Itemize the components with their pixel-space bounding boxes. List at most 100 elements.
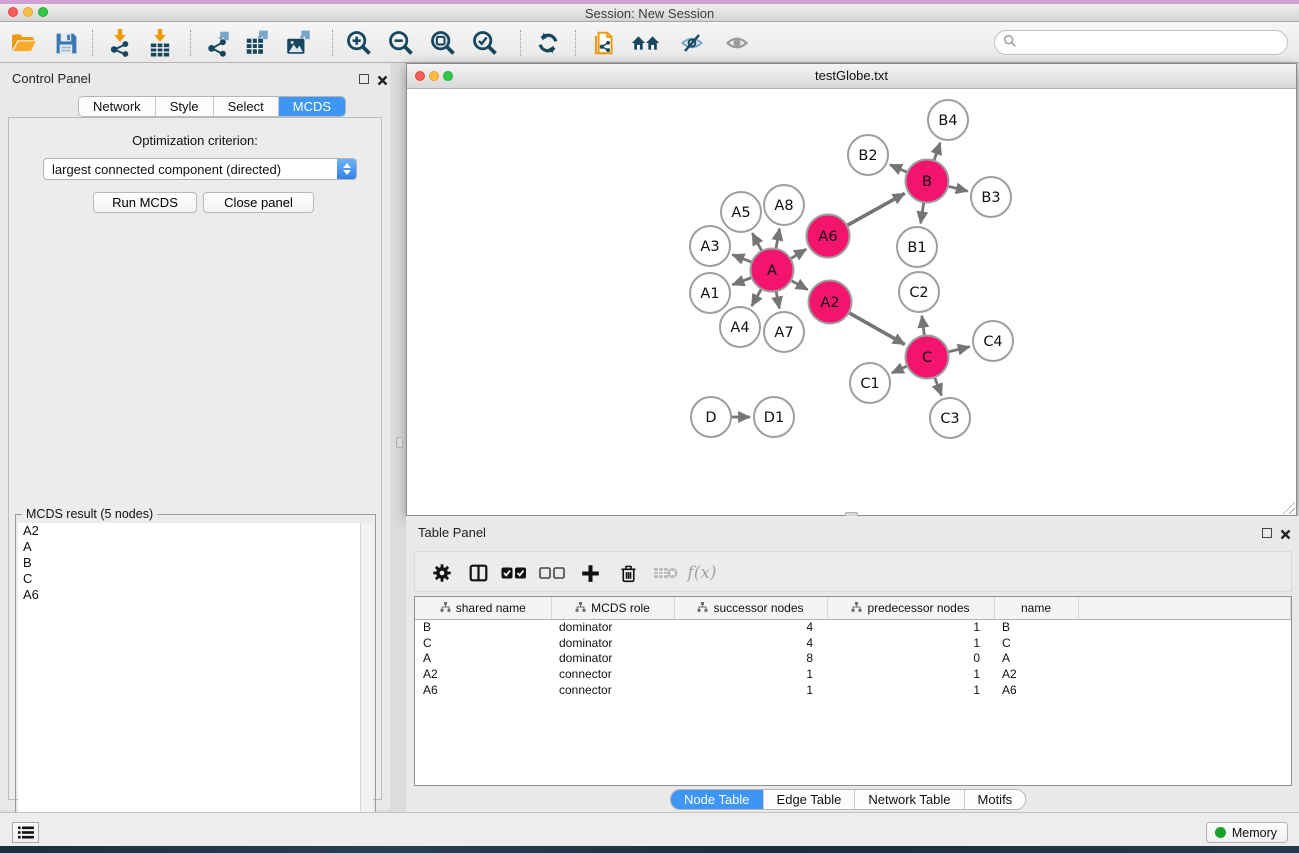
settings-gear-icon[interactable] — [427, 560, 457, 586]
search-input[interactable] — [1017, 35, 1287, 50]
tab-node-table[interactable]: Node Table — [671, 790, 764, 809]
node-table[interactable]: shared nameMCDS rolesuccessor nodesprede… — [415, 597, 1291, 698]
add-column-icon[interactable] — [575, 560, 605, 586]
vertical-divider-grip[interactable] — [396, 437, 403, 448]
close-panel-icon[interactable] — [1280, 528, 1291, 539]
table-cell[interactable]: C — [994, 635, 1078, 651]
export-network-icon[interactable] — [202, 28, 234, 58]
mcds-result-item[interactable]: A6 — [18, 587, 360, 603]
tab-mcds[interactable]: MCDS — [279, 97, 345, 116]
table-cell[interactable]: dominator — [551, 651, 674, 667]
tab-select[interactable]: Select — [214, 97, 279, 116]
mcds-result-item[interactable]: C — [18, 571, 360, 587]
first-neighbors-icon[interactable] — [630, 28, 662, 58]
node-A7[interactable]: A7 — [764, 312, 804, 352]
import-table-icon[interactable] — [144, 28, 176, 58]
node-B[interactable]: B — [906, 160, 949, 203]
float-panel-icon[interactable] — [1262, 528, 1272, 538]
node-A[interactable]: A — [751, 249, 794, 292]
network-window-titlebar[interactable]: testGlobe.txt — [407, 64, 1296, 89]
node-B4[interactable]: B4 — [928, 100, 968, 140]
tab-network-table[interactable]: Network Table — [855, 790, 964, 809]
mcds-result-item[interactable]: B — [18, 555, 360, 571]
export-image-icon[interactable] — [282, 28, 314, 58]
node-C[interactable]: C — [906, 336, 949, 379]
table-cell[interactable]: 8 — [674, 651, 827, 667]
optimization-criterion-select[interactable]: largest connected component (directed) — [43, 158, 357, 180]
node-A6[interactable]: A6 — [807, 215, 850, 258]
zoom-selected-icon[interactable] — [469, 28, 501, 58]
table-cell[interactable]: 4 — [674, 619, 827, 635]
node-B2[interactable]: B2 — [848, 135, 888, 175]
table-cell[interactable]: 1 — [674, 682, 827, 698]
column-header-successor-nodes[interactable]: successor nodes — [674, 597, 827, 619]
open-file-icon[interactable] — [8, 28, 40, 58]
save-session-icon[interactable] — [50, 28, 82, 58]
column-view-icon[interactable] — [463, 560, 493, 586]
run-mcds-button[interactable]: Run MCDS — [93, 192, 197, 213]
search-field[interactable] — [994, 30, 1288, 55]
table-cell[interactable]: 4 — [674, 635, 827, 651]
table-cell[interactable]: B — [994, 619, 1078, 635]
column-header-predecessor-nodes[interactable]: predecessor nodes — [827, 597, 994, 619]
mcds-result-item[interactable]: A2 — [18, 523, 360, 539]
node-A2[interactable]: A2 — [809, 281, 852, 324]
table-cell[interactable]: connector — [551, 666, 674, 682]
mcds-result-list[interactable]: A2ABCA6 — [18, 523, 360, 853]
table-row[interactable]: A6connector11A6 — [415, 682, 1291, 698]
hide-annotations-icon[interactable] — [676, 28, 708, 58]
table-cell[interactable]: A — [415, 651, 551, 667]
table-cell[interactable]: 1 — [827, 666, 994, 682]
column-header-shared-name[interactable]: shared name — [415, 597, 551, 619]
node-A5[interactable]: A5 — [721, 192, 761, 232]
network-canvas[interactable]: B4B2BB3A8A5A6A3B1AA1C2A2A4A7C4CC1DD1C3 — [407, 89, 1296, 515]
table-cell[interactable]: A — [994, 651, 1078, 667]
table-row[interactable]: Bdominator41B — [415, 619, 1291, 635]
table-cell[interactable]: dominator — [551, 619, 674, 635]
table-cell[interactable]: A6 — [415, 682, 551, 698]
tab-network[interactable]: Network — [79, 97, 156, 116]
table-cell[interactable]: 1 — [674, 666, 827, 682]
table-cell[interactable]: 1 — [827, 682, 994, 698]
delete-column-icon[interactable] — [613, 560, 643, 586]
node-C3[interactable]: C3 — [930, 398, 970, 438]
node-A4[interactable]: A4 — [720, 307, 760, 347]
table-cell[interactable]: A2 — [994, 666, 1078, 682]
result-scrollbar[interactable] — [360, 523, 373, 853]
zoom-out-icon[interactable] — [385, 28, 417, 58]
table-cell[interactable]: B — [415, 619, 551, 635]
mcds-result-item[interactable]: A — [18, 539, 360, 555]
node-B3[interactable]: B3 — [971, 177, 1011, 217]
node-A8[interactable]: A8 — [764, 185, 804, 225]
float-panel-icon[interactable] — [359, 74, 369, 84]
table-row[interactable]: Adominator80A — [415, 651, 1291, 667]
show-annotations-icon[interactable] — [721, 28, 753, 58]
zoom-in-icon[interactable] — [343, 28, 375, 58]
unselect-all-icon[interactable] — [537, 560, 567, 586]
column-header-name[interactable]: name — [994, 597, 1078, 619]
refresh-icon[interactable] — [532, 28, 564, 58]
table-cell[interactable]: 0 — [827, 651, 994, 667]
table-row[interactable]: A2connector11A2 — [415, 666, 1291, 682]
table-cell[interactable]: C — [415, 635, 551, 651]
tab-edge-table[interactable]: Edge Table — [764, 790, 856, 809]
close-panel-icon[interactable] — [377, 74, 388, 85]
tab-style[interactable]: Style — [156, 97, 214, 116]
select-all-icon[interactable] — [499, 560, 529, 586]
node-A3[interactable]: A3 — [690, 226, 730, 266]
table-cell[interactable]: A6 — [994, 682, 1078, 698]
close-panel-button[interactable]: Close panel — [203, 192, 314, 213]
task-history-button[interactable] — [12, 822, 39, 843]
node-B1[interactable]: B1 — [897, 227, 937, 267]
tab-motifs[interactable]: Motifs — [965, 790, 1026, 809]
node-A1[interactable]: A1 — [690, 273, 730, 313]
node-C4[interactable]: C4 — [973, 321, 1013, 361]
node-C2[interactable]: C2 — [899, 272, 939, 312]
table-cell[interactable]: dominator — [551, 635, 674, 651]
node-C1[interactable]: C1 — [850, 363, 890, 403]
network-overview-icon[interactable] — [588, 28, 620, 58]
export-table-icon[interactable] — [241, 28, 273, 58]
memory-button[interactable]: Memory — [1206, 822, 1288, 843]
zoom-fit-icon[interactable] — [427, 28, 459, 58]
node-D[interactable]: D — [691, 397, 731, 437]
